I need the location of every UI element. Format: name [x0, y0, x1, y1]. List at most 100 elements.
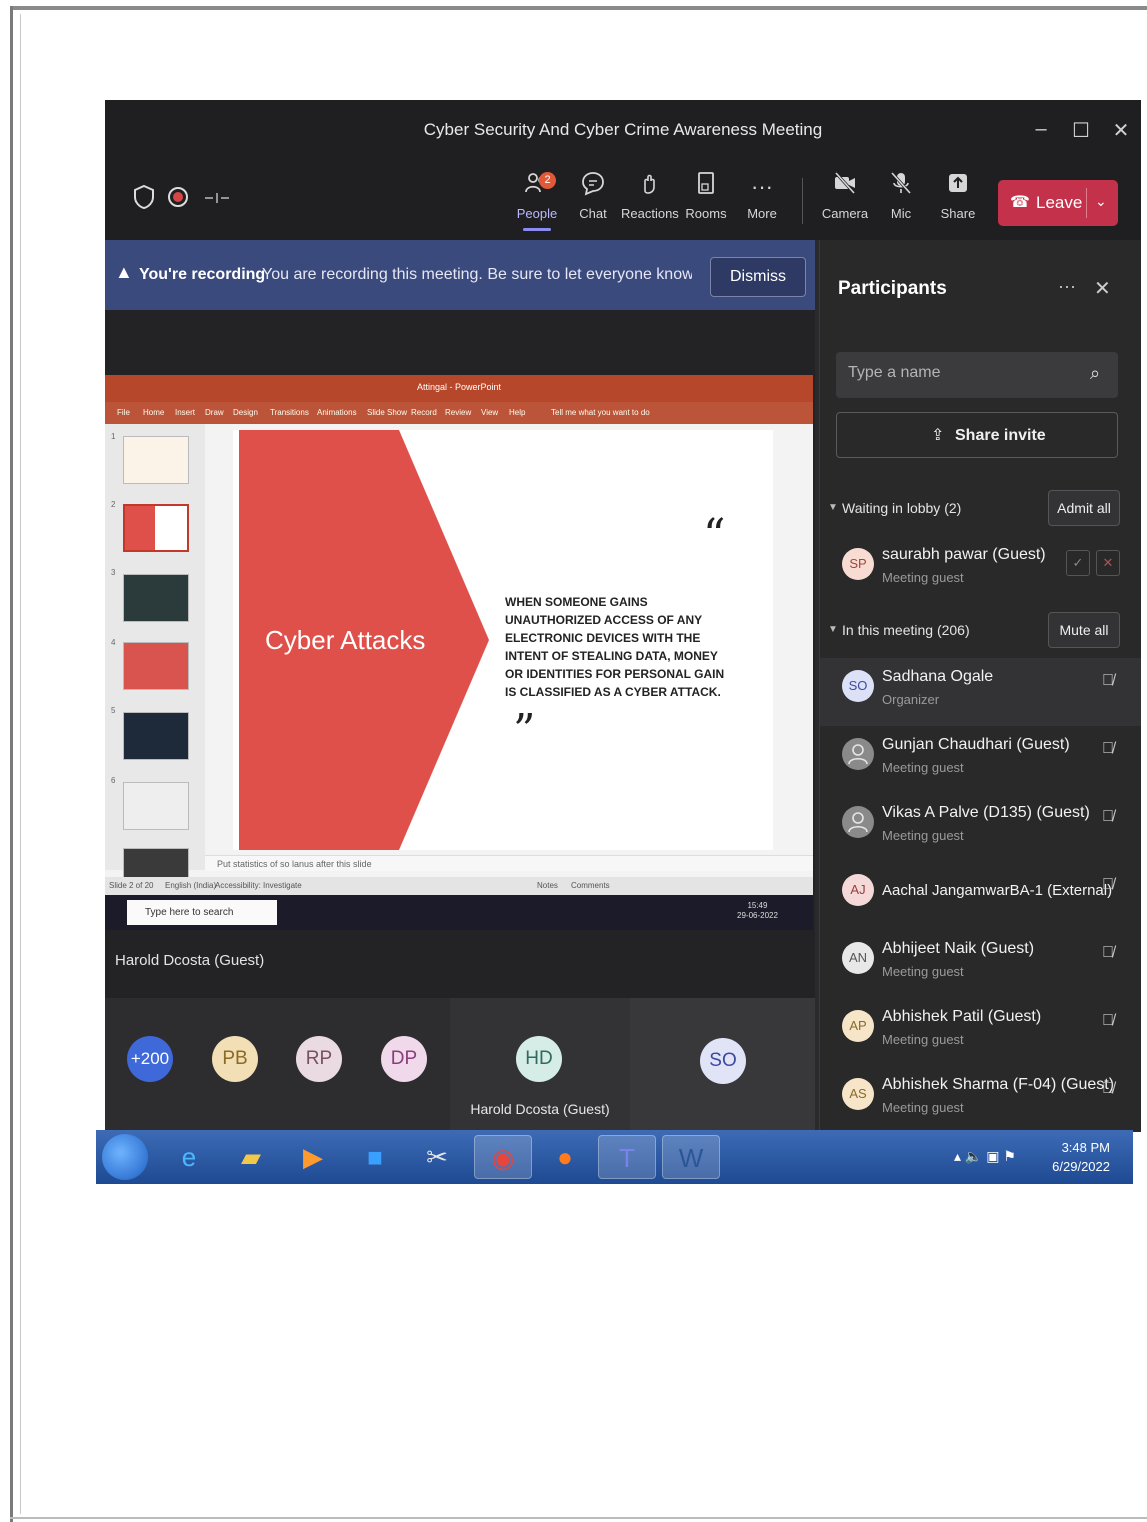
mic-muted-icon[interactable]: 🎙̸	[1102, 1012, 1114, 1030]
file-explorer-icon[interactable]: ▰	[222, 1135, 280, 1179]
zoom-icon[interactable]: ■	[346, 1135, 404, 1179]
participant-name: Aachal JangamwarBA-1 (External)	[882, 882, 1113, 899]
people-badge: 2	[539, 172, 556, 189]
search-icon[interactable]: ⌕	[1090, 363, 1100, 384]
slide-thumbnail	[123, 712, 189, 760]
avatar[interactable]: PB	[212, 1036, 258, 1082]
mic-button[interactable]: Mic	[873, 170, 929, 221]
phone-hangup-icon: ☎	[1010, 194, 1030, 211]
participant-role: Meeting guest	[882, 1100, 964, 1115]
ppt-ribbon: File Home Insert Draw Design Transitions…	[105, 402, 813, 424]
participant-search: ⌕	[836, 352, 1118, 398]
avatar[interactable]: RP	[296, 1036, 342, 1082]
avatar: SO	[842, 670, 874, 702]
windows-start-icon[interactable]	[102, 1134, 148, 1180]
scan-edge-top	[10, 6, 1147, 10]
meeting-section-header[interactable]: ▼ In this meeting (206) Mute all	[820, 612, 1141, 648]
more-options-icon[interactable]: ···	[1058, 276, 1076, 297]
chat-button[interactable]: Chat	[565, 170, 621, 221]
status-comments: Comments	[571, 881, 610, 890]
dismiss-button[interactable]: Dismiss	[710, 257, 806, 297]
internet-explorer-icon[interactable]: e	[160, 1135, 218, 1179]
mic-muted-icon[interactable]: 🎙̸	[1102, 1080, 1114, 1098]
participant-name: Abhishek Patil (Guest)	[882, 1008, 1042, 1025]
snipping-tool-icon[interactable]: ✂	[408, 1135, 466, 1179]
recording-icon[interactable]	[167, 186, 189, 208]
participants-panel: Participants ··· ✕ ⌕ ⇪ Share invite ▼ Wa…	[819, 240, 1141, 1132]
camera-label: Camera	[821, 206, 869, 221]
firefox-icon[interactable]: ●	[536, 1135, 594, 1179]
participant-row[interactable]: Gunjan Chaudhari (Guest) Meeting guest 🎙…	[820, 726, 1141, 794]
ppt-tab: Home	[143, 408, 165, 417]
share-button[interactable]: Share	[930, 170, 986, 221]
quote-close-mark: ”	[513, 705, 536, 756]
more-button[interactable]: ··· More	[734, 170, 790, 221]
media-player-icon[interactable]: ▶	[284, 1135, 342, 1179]
participant-row[interactable]: AJ Aachal JangamwarBA-1 (External) 🎙̸	[820, 862, 1141, 930]
os-taskbar: e ▰ ▶ ■ ✂ ◉ ● T W ▴ 🔈 ▣ ⚑ 3:48 PM 6/29/2…	[96, 1130, 1133, 1184]
leave-button[interactable]: ☎ Leave ⌄	[998, 180, 1118, 226]
window-title: Cyber Security And Cyber Crime Awareness…	[423, 120, 823, 139]
mic-muted-icon[interactable]: 🎙̸	[1102, 672, 1114, 690]
mic-muted-icon[interactable]: 🎙̸	[1102, 876, 1114, 894]
ppt-tab: Animations	[317, 408, 357, 417]
slide-quote-text: WHEN SOMEONE GAINS UNAUTHORIZED ACCESS O…	[505, 595, 725, 699]
taskbar-clock[interactable]: 3:48 PM 6/29/2022	[1046, 1138, 1110, 1176]
maximize-button[interactable]: ☐	[1067, 118, 1095, 143]
participant-role: Organizer	[882, 692, 940, 707]
close-button[interactable]: ✕	[1107, 118, 1135, 143]
people-label: People	[516, 206, 558, 221]
slide-counter: Slide 2 of 20	[109, 881, 154, 890]
admit-all-button[interactable]: Admit all	[1048, 490, 1120, 526]
share-invite-button[interactable]: ⇪ Share invite	[836, 412, 1118, 458]
ppt-tab: Review	[445, 408, 472, 417]
mic-muted-icon[interactable]: 🎙̸	[1102, 740, 1114, 758]
timer-icon	[205, 193, 229, 203]
people-button[interactable]: 2 People	[509, 170, 565, 231]
chevron-down-icon[interactable]: ⌄	[1095, 193, 1107, 210]
participant-role: Meeting guest	[882, 964, 964, 979]
slide-heading: Cyber Attacks	[265, 625, 426, 655]
avatar: AN	[842, 942, 874, 974]
search-input[interactable]	[848, 364, 1078, 382]
word-icon[interactable]: W	[662, 1135, 720, 1179]
chrome-icon[interactable]: ◉	[474, 1135, 532, 1179]
participant-row[interactable]: Vikas A Palve (D135) (Guest) Meeting gue…	[820, 794, 1141, 862]
camera-button[interactable]: Camera	[817, 170, 873, 221]
system-tray-icons[interactable]: ▴ 🔈 ▣ ⚑	[954, 1148, 1016, 1165]
slide-notes-text: Put statistics of so lanus after this sl…	[217, 859, 372, 869]
title-bar: Cyber Security And Cyber Crime Awareness…	[105, 100, 1141, 162]
ppt-tab: File	[117, 408, 130, 417]
overflow-participants-button[interactable]: +200	[127, 1036, 173, 1082]
mic-off-icon	[873, 170, 929, 204]
close-icon[interactable]: ✕	[1094, 276, 1111, 301]
avatar: AP	[842, 1010, 874, 1042]
minimize-button[interactable]: –	[1027, 118, 1055, 141]
recording-banner-message: You are recording this meeting. Be sure …	[262, 266, 692, 283]
rooms-button[interactable]: Rooms	[678, 170, 734, 221]
reactions-button[interactable]: Reactions	[621, 170, 679, 221]
teams-meeting-window: Cyber Security And Cyber Crime Awareness…	[105, 100, 1141, 1132]
teams-icon[interactable]: T	[598, 1135, 656, 1179]
mic-muted-icon[interactable]: 🎙̸	[1102, 808, 1114, 826]
participant-row[interactable]: AP Abhishek Patil (Guest) Meeting guest …	[820, 998, 1141, 1066]
mute-all-button[interactable]: Mute all	[1048, 612, 1120, 648]
participant-row[interactable]: AN Abhijeet Naik (Guest) Meeting guest 🎙…	[820, 930, 1141, 998]
shield-icon[interactable]	[133, 184, 155, 210]
participant-name: Abhijeet Naik (Guest)	[882, 940, 1035, 957]
lobby-participant-row[interactable]: SP saurabh pawar (Guest) Meeting guest ✓…	[820, 536, 1141, 604]
avatar: HD	[516, 1036, 562, 1082]
participant-role: Meeting guest	[882, 1032, 964, 1047]
participant-name: Sadhana Ogale	[882, 668, 994, 685]
chat-icon	[565, 170, 621, 204]
lobby-section-header[interactable]: ▼ Waiting in lobby (2) Admit all	[820, 490, 1141, 526]
video-tile-so[interactable]: SO	[630, 998, 815, 1132]
deny-x-icon[interactable]: ✕	[1096, 550, 1120, 576]
participant-row[interactable]: SO Sadhana Ogale Organizer 🎙̸	[820, 658, 1141, 726]
admit-check-icon[interactable]: ✓	[1066, 550, 1090, 576]
avatar[interactable]: DP	[381, 1036, 427, 1082]
ppt-status-bar: Slide 2 of 20 English (India) Accessibil…	[105, 877, 813, 895]
people-icon	[509, 170, 565, 204]
mic-muted-icon[interactable]: 🎙̸	[1102, 944, 1114, 962]
participant-row[interactable]: AS Abhishek Sharma (F-04) (Guest) Meetin…	[820, 1066, 1141, 1132]
